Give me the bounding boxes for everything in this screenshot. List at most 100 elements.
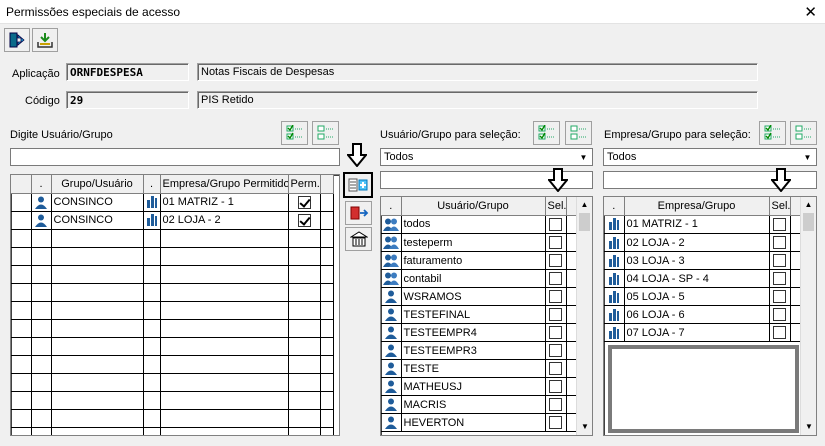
list-item[interactable]: todos	[381, 215, 578, 234]
list-item[interactable]: MACRIS	[381, 395, 578, 414]
left-check-all-button[interactable]	[281, 121, 308, 145]
user-group-table: . Usuário/Grupo Sel.	[381, 197, 578, 216]
select-checkbox[interactable]	[773, 236, 786, 249]
table-row[interactable]: CONSINCO 01 MATRIZ - 1	[11, 193, 334, 212]
list-item[interactable]: contabil	[381, 269, 578, 288]
right-check-all-button[interactable]	[759, 121, 786, 145]
right-select-value: Todos	[607, 151, 637, 163]
scroll-thumb[interactable]	[803, 213, 814, 231]
left-search-label: Digite Usuário/Grupo	[10, 129, 113, 141]
add-permission-button[interactable]	[343, 172, 373, 198]
list-item[interactable]: faturamento	[381, 251, 578, 270]
empty-row	[11, 265, 334, 284]
middle-check-all-button[interactable]	[533, 121, 560, 145]
exit-button[interactable]	[4, 28, 30, 52]
list-item[interactable]: HEVERTON	[381, 413, 578, 432]
left-search-input[interactable]	[10, 148, 340, 166]
perm-checkbox[interactable]	[297, 213, 311, 227]
select-checkbox[interactable]	[549, 398, 562, 411]
select-checkbox[interactable]	[549, 344, 562, 357]
header-user-group[interactable]: Usuário/Grupo	[401, 197, 546, 216]
list-item[interactable]: testeperm	[381, 233, 578, 252]
user-icon	[384, 290, 397, 303]
list-item[interactable]: 01 MATRIZ - 1	[604, 215, 802, 234]
select-checkbox[interactable]	[773, 308, 786, 321]
header-company-permitted[interactable]: Empresa/Grupo Permitido	[160, 175, 289, 194]
select-checkbox[interactable]	[549, 326, 562, 339]
user-group-name: MATHEUSJ	[401, 377, 546, 396]
list-item[interactable]: 03 LOJA - 3	[604, 251, 802, 270]
header-sel[interactable]: Sel.	[769, 197, 791, 216]
header-company-group[interactable]: Empresa/Grupo	[624, 197, 770, 216]
select-checkbox[interactable]	[549, 217, 562, 231]
user-group-grid[interactable]: . Usuário/Grupo Sel. todos testeperm fatur…	[380, 196, 593, 436]
select-checkbox[interactable]	[549, 308, 562, 321]
list-item[interactable]: TESTEEMPR4	[381, 323, 578, 342]
save-button[interactable]	[32, 28, 58, 52]
scroll-down-icon[interactable]: ▼	[801, 419, 816, 435]
header-blank	[11, 175, 32, 194]
left-uncheck-all-button[interactable]	[312, 121, 339, 145]
scroll-up-icon[interactable]: ▲	[577, 197, 592, 213]
company-grid[interactable]: . Empresa/Grupo Sel. 01 MATRIZ - 1 02 LOJ…	[603, 196, 817, 436]
middle-label: Usuário/Grupo para seleção:	[380, 129, 521, 141]
scroll-up-icon[interactable]: ▲	[801, 197, 816, 213]
user-group-name: faturamento	[401, 251, 546, 270]
middle-user-group-select[interactable]: Todos ▼	[380, 148, 593, 166]
list-item[interactable]: WSRAMOS	[381, 287, 578, 306]
select-checkbox[interactable]	[549, 380, 562, 393]
arrow-down-icon	[347, 143, 367, 167]
header-perm[interactable]: Perm.	[288, 175, 321, 194]
user-group-name: contabil	[401, 269, 546, 288]
list-item[interactable]: 04 LOJA - SP - 4	[604, 269, 802, 288]
scroll-down-icon[interactable]: ▼	[577, 419, 592, 435]
header-sel[interactable]: Sel.	[545, 197, 567, 216]
list-item[interactable]: 07 LOJA - 7	[604, 323, 802, 342]
select-checkbox[interactable]	[773, 254, 786, 267]
user-icon	[384, 416, 397, 429]
select-checkbox[interactable]	[549, 362, 562, 375]
right-scrollbar[interactable]: ▲ ▼	[800, 197, 816, 435]
select-checkbox[interactable]	[549, 416, 562, 429]
select-checkbox[interactable]	[773, 326, 786, 339]
right-uncheck-all-button[interactable]	[790, 121, 817, 145]
list-item[interactable]: 02 LOJA - 2	[604, 233, 802, 252]
list-item[interactable]: 05 LOJA - 5	[604, 287, 802, 306]
user-group-name: TESTEEMPR4	[401, 323, 546, 342]
company-name: 06 LOJA - 6	[624, 305, 770, 324]
user-group-name: todos	[401, 215, 546, 234]
list-item[interactable]: 06 LOJA - 6	[604, 305, 802, 324]
chevron-down-icon[interactable]: ▼	[800, 150, 815, 164]
list-item[interactable]: TESTEFINAL	[381, 305, 578, 324]
list-item[interactable]: TESTE	[381, 359, 578, 378]
row-user: CONSINCO	[51, 193, 144, 212]
scroll-thumb[interactable]	[579, 213, 590, 231]
permissions-grid[interactable]: . Grupo/Usuário . Empresa/Grupo Permitid…	[10, 174, 340, 436]
row-company: 01 MATRIZ - 1	[160, 193, 289, 212]
empty-row	[11, 391, 334, 410]
perm-checkbox[interactable]	[297, 195, 311, 209]
select-checkbox[interactable]	[549, 290, 562, 303]
list-item[interactable]: MATHEUSJ	[381, 377, 578, 396]
company-rows: 01 MATRIZ - 1 02 LOJA - 2 03 LOJA - 3 04 LO…	[604, 215, 802, 342]
select-checkbox[interactable]	[773, 217, 786, 231]
remove-permission-button[interactable]	[345, 201, 372, 225]
company-permission-button[interactable]	[345, 227, 372, 251]
table-row[interactable]: CONSINCO 02 LOJA - 2	[11, 211, 334, 230]
close-icon[interactable]: ✕	[804, 3, 817, 21]
middle-scrollbar[interactable]: ▲ ▼	[576, 197, 592, 435]
user-icon	[35, 196, 47, 209]
select-checkbox[interactable]	[549, 254, 562, 267]
middle-uncheck-all-button[interactable]	[565, 121, 592, 145]
select-checkbox[interactable]	[549, 236, 562, 249]
select-checkbox[interactable]	[773, 272, 786, 285]
list-item[interactable]: TESTEEMPR3	[381, 341, 578, 360]
permissions-table: . Grupo/Usuário . Empresa/Grupo Permitid…	[11, 175, 334, 435]
add-permission-icon	[348, 178, 368, 192]
header-group-user[interactable]: Grupo/Usuário	[51, 175, 144, 194]
chevron-down-icon[interactable]: ▼	[576, 150, 591, 164]
group-icon	[383, 218, 399, 231]
right-company-select[interactable]: Todos ▼	[603, 148, 817, 166]
select-checkbox[interactable]	[773, 290, 786, 303]
select-checkbox[interactable]	[549, 272, 562, 285]
